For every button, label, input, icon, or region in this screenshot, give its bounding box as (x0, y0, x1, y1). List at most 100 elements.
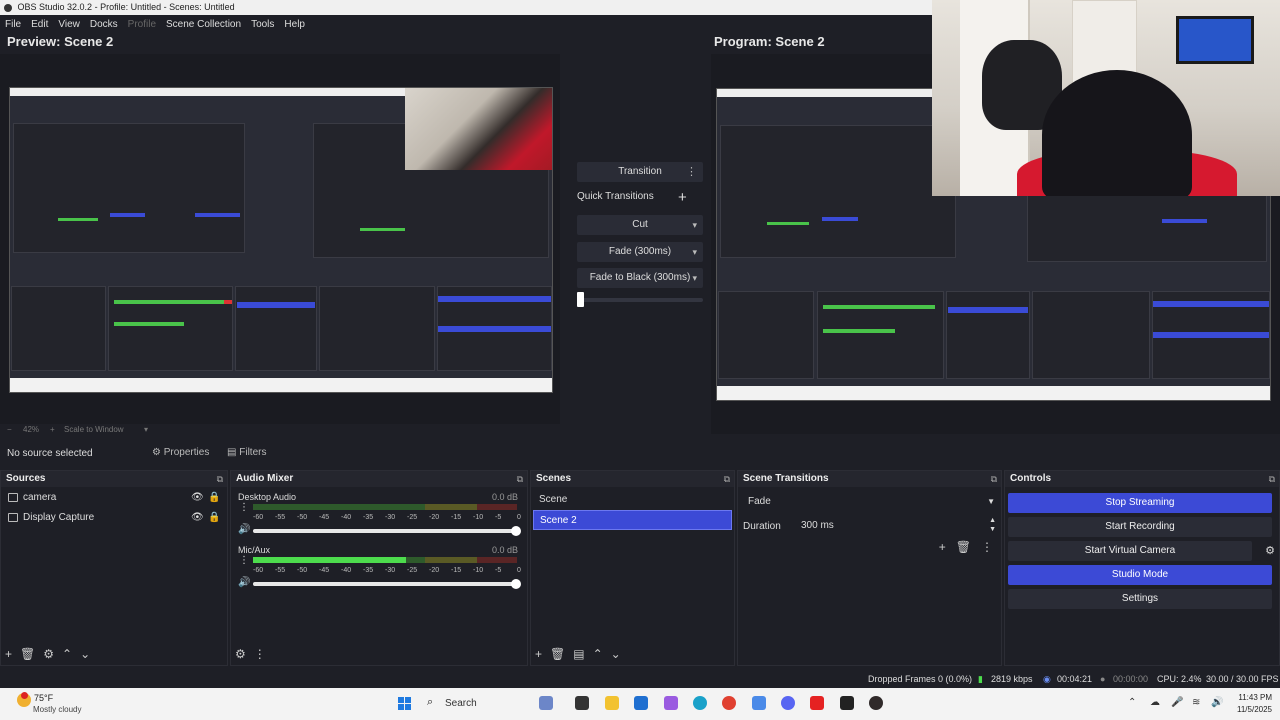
undock-icon[interactable]: ⧉ (991, 471, 997, 487)
source-item-camera[interactable]: camera 👁 🔒 (1, 488, 227, 508)
scene-item-active[interactable]: Scene 2 (533, 510, 732, 530)
search-icon[interactable]: ⌕ (427, 696, 433, 709)
weather-condition[interactable]: Mostly cloudy (33, 705, 81, 714)
transition-select[interactable]: Fade ▼ (743, 492, 999, 512)
properties-button[interactable]: ⚙ Properties (148, 445, 213, 461)
menu-docks[interactable]: Docks (85, 19, 123, 30)
quick-transitions-label: Quick Transitions (577, 191, 654, 202)
menu-scene-collection[interactable]: Scene Collection (161, 19, 246, 30)
edge-icon[interactable] (693, 696, 707, 710)
scale-dropdown-icon[interactable]: ▾ (144, 425, 148, 434)
start-virtual-camera-button[interactable]: Start Virtual Camera (1008, 541, 1252, 561)
chevron-down-icon[interactable]: ▾ (692, 242, 697, 262)
meter-tick-label: -10 (473, 567, 484, 574)
remove-source-icon[interactable]: 🗑 (20, 647, 35, 661)
menu-view[interactable]: View (53, 19, 85, 30)
advanced-audio-icon[interactable]: ⚙ (235, 647, 246, 661)
volume-slider[interactable] (253, 582, 519, 586)
capcut-icon[interactable] (840, 696, 854, 710)
transition-menu-icon[interactable]: ⋮ (981, 540, 993, 554)
start-recording-button[interactable]: Start Recording (1008, 517, 1272, 537)
widgets-app-icon[interactable] (539, 696, 553, 710)
clock-time[interactable]: 11:43 PM (1232, 693, 1272, 702)
tray-chevron-icon[interactable]: ⌃ (1128, 697, 1136, 708)
volume-slider[interactable] (253, 529, 519, 533)
quick-transition-cut[interactable]: Cut ▾ (577, 215, 703, 235)
move-down-icon[interactable]: ⌄ (80, 647, 90, 661)
mic-icon[interactable]: 🎤 (1171, 697, 1183, 708)
lock-icon[interactable]: 🔒 (208, 488, 220, 508)
move-up-icon[interactable]: ⌃ (62, 647, 72, 661)
source-properties-gear-icon[interactable]: ⚙ (43, 647, 54, 661)
undock-icon[interactable]: ⧉ (517, 471, 523, 487)
menu-bar: File Edit View Docks Profile Scene Colle… (0, 15, 932, 33)
scene-item[interactable]: Scene (533, 490, 732, 510)
file-explorer-icon[interactable] (605, 696, 619, 710)
zoom-plus-icon[interactable]: + (50, 425, 55, 434)
wifi-icon[interactable]: ≋ (1192, 697, 1200, 708)
copilot-icon[interactable] (664, 696, 678, 710)
transition-slider-handle[interactable] (577, 292, 584, 307)
speaker-icon[interactable]: 🔊 (238, 524, 250, 535)
transition-button[interactable]: Transition ⋮ (577, 162, 703, 182)
duration-input[interactable]: 300 ms ▲ ▼ (786, 516, 999, 536)
windows-start-icon[interactable] (398, 697, 412, 711)
app-icon[interactable] (752, 696, 766, 710)
settings-button[interactable]: Settings (1008, 589, 1272, 609)
speaker-icon[interactable]: 🔊 (238, 577, 250, 588)
undock-icon[interactable]: ⧉ (724, 471, 730, 487)
add-scene-icon[interactable]: + (535, 647, 542, 661)
visibility-eye-icon[interactable]: 👁 (191, 508, 204, 528)
undock-icon[interactable]: ⧉ (1269, 471, 1275, 487)
menu-edit[interactable]: Edit (26, 19, 53, 30)
spin-buttons[interactable]: ▲ ▼ (989, 516, 996, 534)
remove-scene-icon[interactable]: 🗑 (550, 647, 565, 661)
scene-filters-icon[interactable]: ▤ (573, 647, 584, 661)
undock-icon[interactable]: ⧉ (217, 471, 223, 487)
chevron-down-icon[interactable]: ▾ (692, 215, 697, 235)
volume-slider-knob[interactable] (511, 579, 521, 589)
obs-taskbar-icon[interactable] (869, 696, 883, 710)
preview-canvas[interactable] (0, 54, 560, 424)
mixer-menu-icon[interactable]: ⋮ (254, 647, 266, 661)
store-icon[interactable] (634, 696, 648, 710)
task-view-icon[interactable] (575, 696, 589, 710)
track-menu-icon[interactable]: ⋮ (239, 502, 249, 513)
meter-tick-label: -5 (495, 514, 502, 521)
visibility-eye-icon[interactable]: 👁 (191, 488, 204, 508)
filters-button[interactable]: ▤ Filters (223, 445, 270, 461)
move-up-icon[interactable]: ⌃ (593, 647, 603, 661)
transition-menu-icon[interactable]: ⋮ (686, 162, 697, 182)
add-quick-transition-icon[interactable]: + (678, 189, 687, 206)
chevron-down-icon[interactable]: ▾ (692, 268, 697, 288)
virtual-camera-gear-icon[interactable]: ⚙ (1265, 544, 1275, 557)
menu-file[interactable]: File (0, 19, 26, 30)
quick-transition-fade-black[interactable]: Fade to Black (300ms) ▾ (577, 268, 703, 288)
menu-tools[interactable]: Tools (246, 19, 279, 30)
discord-icon[interactable] (781, 696, 795, 710)
add-transition-icon[interactable]: + (939, 540, 946, 554)
studio-mode-button[interactable]: Studio Mode (1008, 565, 1272, 585)
volume-icon[interactable]: 🔊 (1211, 697, 1223, 708)
volume-slider-knob[interactable] (511, 526, 521, 536)
onedrive-icon[interactable]: ☁ (1150, 697, 1160, 708)
clock-date[interactable]: 11/5/2025 (1226, 705, 1272, 714)
taskbar-search[interactable]: Search (445, 698, 477, 709)
transition-slider[interactable] (577, 298, 703, 302)
lock-icon[interactable]: 🔒 (208, 508, 220, 528)
chrome-icon[interactable] (722, 696, 736, 710)
stop-streaming-button[interactable]: Stop Streaming (1008, 493, 1272, 513)
weather-temperature[interactable]: 75°F (34, 693, 53, 703)
menu-profile[interactable]: Profile (123, 19, 161, 30)
move-down-icon[interactable]: ⌄ (611, 647, 621, 661)
source-item-display-capture[interactable]: Display Capture 👁 🔒 (1, 508, 227, 528)
youtube-icon[interactable] (810, 696, 824, 710)
track-menu-icon[interactable]: ⋮ (239, 555, 249, 566)
add-source-icon[interactable]: + (5, 647, 12, 661)
scale-mode[interactable]: Scale to Window (64, 425, 124, 434)
remove-transition-icon[interactable]: 🗑 (956, 540, 971, 554)
menu-help[interactable]: Help (279, 19, 310, 30)
zoom-minus-icon[interactable]: − (7, 425, 12, 434)
obs-window: OBS Studio 32.0.2 - Profile: Untitled - … (0, 0, 1280, 720)
quick-transition-fade[interactable]: Fade (300ms) ▾ (577, 242, 703, 262)
